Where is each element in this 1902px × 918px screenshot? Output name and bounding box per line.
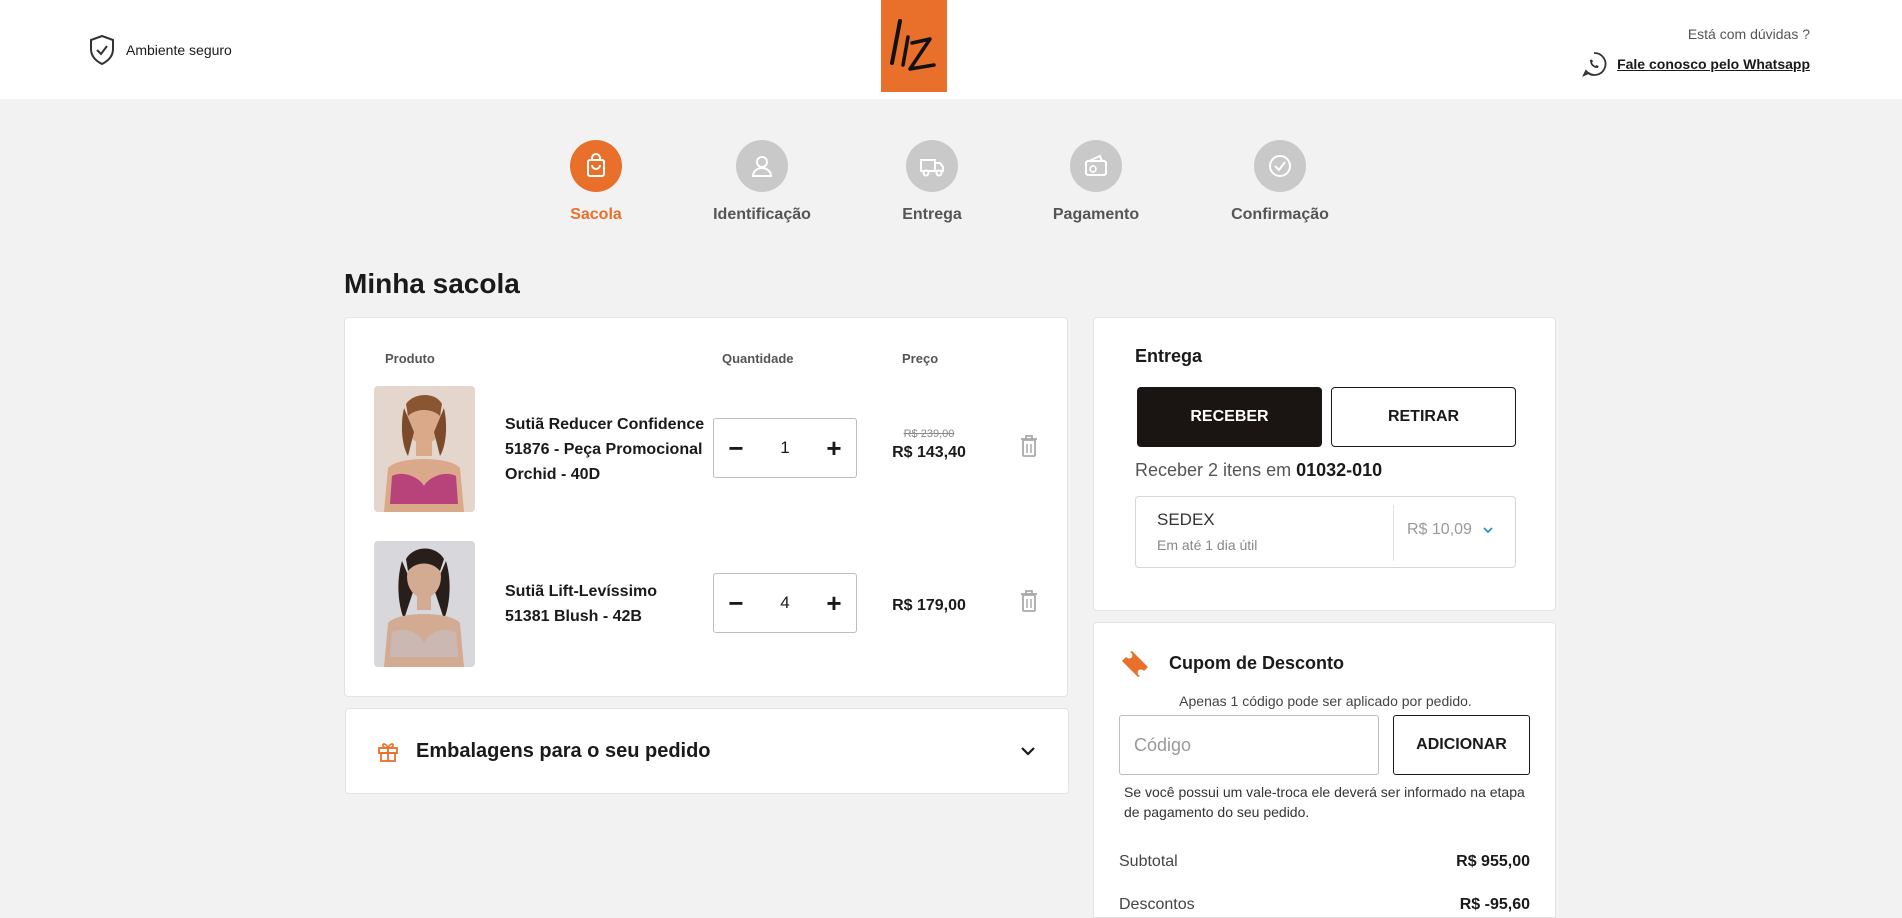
- product-name-line: 51381 Blush - 42B: [505, 608, 642, 625]
- shipping-eta: Em até 1 dia útil: [1157, 537, 1258, 553]
- discount-value: R$ -95,60: [1459, 896, 1530, 913]
- step-pagamento[interactable]: Pagamento: [1016, 140, 1176, 224]
- product-image[interactable]: [374, 386, 475, 512]
- coupon-card: Cupom de Desconto Apenas 1 código pode s…: [1093, 622, 1556, 918]
- secure-environment: Ambiente seguro: [88, 34, 232, 66]
- product-price: R$ 179,00: [864, 593, 994, 615]
- product-photo-icon: [374, 386, 475, 512]
- cart-item: Sutiã Lift-Levíssimo 51381 Blush - 42B −…: [374, 541, 1044, 667]
- summary-subtotal: Subtotal R$ 955,00: [1119, 853, 1530, 871]
- brand-logo[interactable]: [881, 0, 947, 92]
- quantity-value: 4: [780, 593, 790, 612]
- step-circle: [1070, 140, 1122, 192]
- product-name-line: Sutiã Lift-Levíssimo: [505, 583, 658, 600]
- product-name[interactable]: Sutiã Reducer Confidence 51876 - Peça Pr…: [505, 412, 715, 487]
- trash-icon[interactable]: [1018, 434, 1040, 458]
- chevron-down-icon: [1483, 527, 1493, 534]
- shipping-price: R$ 10,09: [1407, 521, 1494, 539]
- pickup-button[interactable]: RETIRAR: [1331, 387, 1516, 447]
- step-identificacao[interactable]: Identificação: [682, 140, 842, 224]
- step-circle: [906, 140, 958, 192]
- ticket-icon: [1122, 651, 1148, 677]
- column-header-product: Produto: [385, 351, 435, 366]
- trash-icon[interactable]: [1018, 589, 1040, 613]
- wallet-icon: [1085, 154, 1107, 176]
- step-label: Sacola: [570, 206, 622, 223]
- step-circle: [736, 140, 788, 192]
- product-photo-icon: [374, 541, 475, 667]
- help-question: Está com dúvidas ?: [1687, 26, 1810, 42]
- whatsapp-link-label: Fale conosco pelo Whatsapp: [1617, 56, 1810, 72]
- quantity-stepper: − 1 +: [713, 418, 857, 478]
- shipping-option-select[interactable]: SEDEX Em até 1 dia útil R$ 10,09: [1135, 496, 1516, 568]
- delivery-card: Entrega RECEBER RETIRAR Receber 2 itens …: [1093, 317, 1556, 611]
- truck-icon: [920, 159, 944, 177]
- current-price: R$ 179,00: [892, 597, 966, 614]
- discount-label: Descontos: [1119, 896, 1195, 913]
- product-name-line: Sutiã Reducer Confidence: [505, 416, 705, 433]
- increase-quantity-button[interactable]: +: [824, 435, 844, 461]
- page-title: Minha sacola: [344, 268, 520, 299]
- liz-logo-icon: [890, 19, 936, 71]
- decrease-quantity-button[interactable]: −: [726, 435, 746, 461]
- coupon-note: Apenas 1 código pode ser aplicado por pe…: [1179, 693, 1472, 709]
- step-sacola[interactable]: Sacola: [516, 140, 676, 224]
- column-header-price: Preço: [902, 351, 939, 366]
- step-label: Pagamento: [1052, 206, 1140, 223]
- coupon-title: Cupom de Desconto: [1169, 653, 1345, 673]
- receive-info: Receber 2 itens em 01032-010: [1135, 460, 1382, 481]
- subtotal-value: R$ 955,00: [1456, 853, 1530, 870]
- product-price: R$ 239,00 R$ 143,40: [864, 428, 994, 462]
- quantity-value: 1: [780, 438, 790, 457]
- receive-text: Receber 2 itens em: [1135, 460, 1292, 480]
- quantity-stepper: − 4 +: [713, 573, 857, 633]
- help-area: Está com dúvidas ? Fale conosco pelo Wha…: [1581, 26, 1810, 77]
- product-name-line: Orchid - 40D: [505, 466, 601, 483]
- shield-check-icon: [90, 34, 114, 66]
- increase-quantity-button[interactable]: +: [824, 590, 844, 616]
- product-name[interactable]: Sutiã Lift-Levíssimo 51381 Blush - 42B: [505, 579, 715, 629]
- summary-discount: Descontos R$ -95,60: [1119, 896, 1530, 914]
- cart-item: Sutiã Reducer Confidence 51876 - Peça Pr…: [374, 386, 1044, 512]
- step-label: Confirmação: [1231, 206, 1329, 223]
- packaging-accordion[interactable]: Embalagens para o seu pedido: [345, 708, 1069, 794]
- delivery-title: Entrega: [1135, 346, 1203, 366]
- step-label: Identificação: [713, 206, 811, 223]
- step-entrega[interactable]: Entrega: [852, 140, 1012, 224]
- voucher-note: Se você possui um vale-troca ele deverá …: [1124, 784, 1525, 820]
- shipping-name: SEDEX: [1157, 510, 1215, 529]
- step-confirmacao[interactable]: Confirmação: [1200, 140, 1360, 224]
- step-circle: [1254, 140, 1306, 192]
- product-name-line: 51876 - Peça Promocional: [505, 441, 703, 458]
- divider: [1393, 505, 1394, 561]
- header: Ambiente seguro Está com dúvidas ? Fale …: [0, 0, 1902, 99]
- secure-label: Ambiente seguro: [126, 42, 232, 58]
- packaging-label: Embalagens para o seu pedido: [416, 739, 711, 762]
- cep-value[interactable]: 01032-010: [1296, 460, 1382, 480]
- user-icon: [751, 156, 773, 177]
- add-coupon-button[interactable]: ADICIONAR: [1393, 715, 1530, 775]
- check-circle-icon: [1269, 155, 1291, 177]
- shipping-price-value: R$ 10,09: [1407, 521, 1472, 538]
- coupon-code-input[interactable]: [1119, 715, 1379, 775]
- subtotal-label: Subtotal: [1119, 853, 1178, 870]
- receive-button[interactable]: RECEBER: [1137, 387, 1322, 447]
- chevron-down-icon: [1021, 747, 1035, 756]
- whatsapp-icon: [1582, 52, 1607, 77]
- bag-icon: [587, 153, 605, 177]
- checkout-steps: Sacola Identificação Entrega Pagamento C…: [0, 140, 1902, 230]
- decrease-quantity-button[interactable]: −: [726, 590, 746, 616]
- gift-icon: [378, 743, 398, 762]
- step-label: Entrega: [902, 206, 962, 223]
- column-header-quantity: Quantidade: [722, 351, 794, 366]
- whatsapp-link[interactable]: Fale conosco pelo Whatsapp: [1581, 51, 1810, 77]
- old-price: R$ 239,00: [903, 428, 955, 440]
- step-circle: [570, 140, 622, 192]
- current-price: R$ 143,40: [892, 444, 966, 461]
- product-image[interactable]: [374, 541, 475, 667]
- cart-card: Produto Quantidade Preço Sutiã Reducer C…: [344, 317, 1068, 697]
